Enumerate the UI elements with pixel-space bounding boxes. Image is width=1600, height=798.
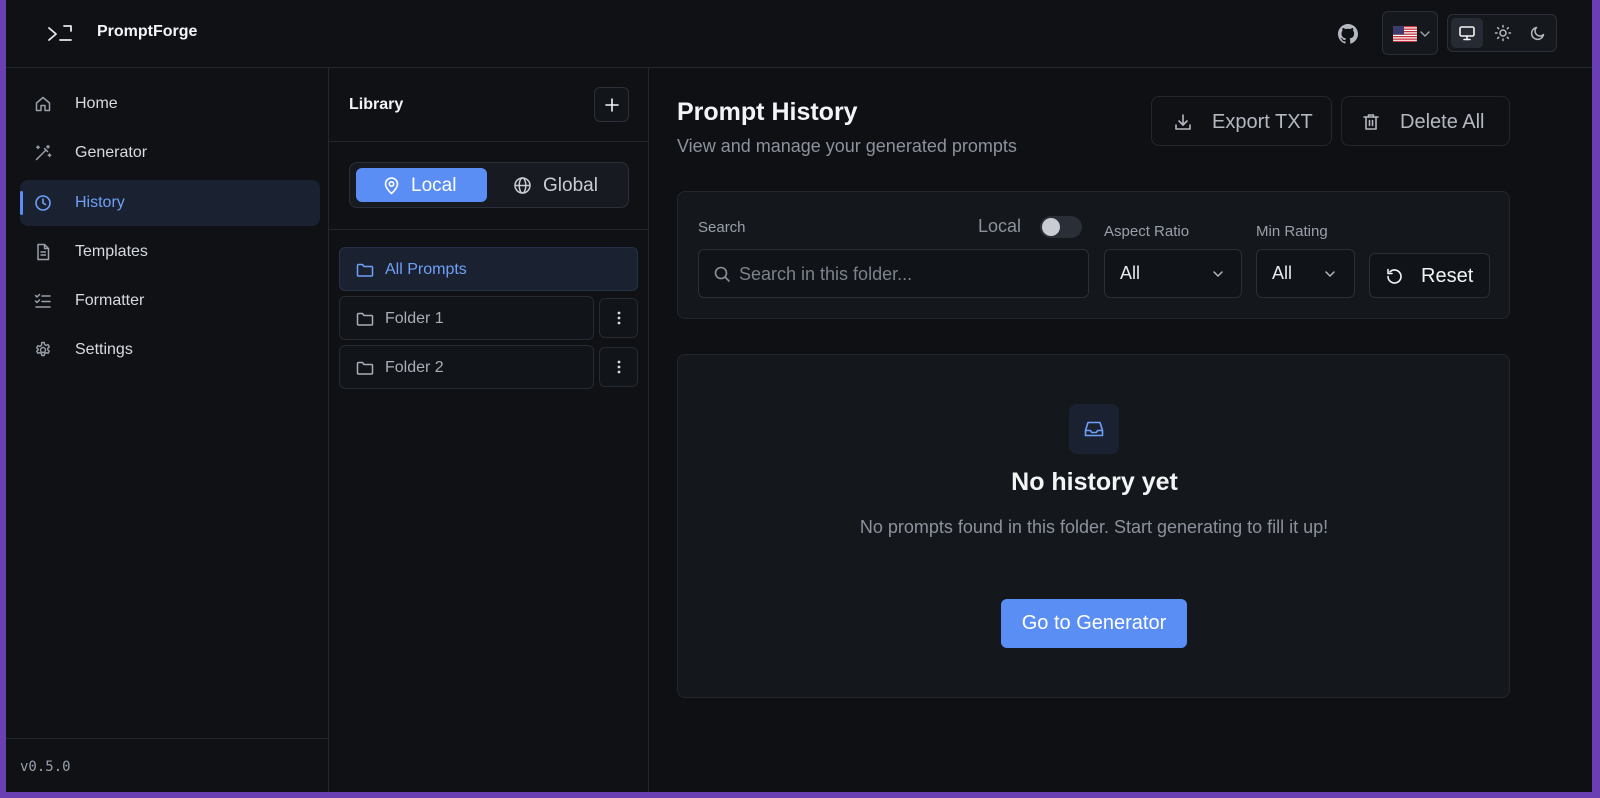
folder-2-menu-button[interactable] [599,347,638,387]
list-check-icon [34,293,51,308]
folder-1-menu-button[interactable] [599,298,638,338]
folder-label: All Prompts [385,261,467,278]
min-rating-value: All [1272,263,1293,283]
language-selector[interactable] [1382,11,1438,55]
min-rating-label: Min Rating [1256,223,1328,240]
monitor-icon [1459,26,1475,41]
go-to-generator-button[interactable]: Go to Generator [1001,599,1187,648]
theme-light-button[interactable] [1487,18,1519,48]
aspect-ratio-value: All [1120,263,1141,283]
sidebar-item-label: History [75,194,125,211]
search-input[interactable] [739,260,1079,288]
export-txt-button[interactable]: Export TXT [1151,96,1332,146]
sidebar-item-templates[interactable]: Templates [20,229,320,275]
delete-all-button[interactable]: Delete All [1341,96,1510,146]
file-icon [37,243,50,261]
search-label: Search [698,219,746,236]
folder-label: Folder 1 [385,310,444,327]
chevron-down-icon [1213,271,1223,278]
search-field [698,249,1089,298]
sidebar-item-settings[interactable]: Settings [20,327,320,373]
sidebar-item-generator[interactable]: Generator [20,130,320,176]
delete-all-label: Delete All [1400,111,1485,133]
aspect-ratio-select[interactable]: All [1104,249,1242,298]
terminal-logo-icon [48,25,72,41]
sidebar-item-formatter[interactable]: Formatter [20,278,320,324]
scope-global-label: Global [543,175,598,196]
window-scrollbar[interactable] [1592,0,1600,798]
reset-filters-button[interactable]: Reset [1369,253,1490,298]
library-title: Library [349,96,404,113]
theme-system-button[interactable] [1451,18,1483,48]
home-icon [35,96,51,112]
filters-panel: Search Local Aspect Ratio Min Rating All [677,191,1510,319]
switch-knob [1042,218,1060,236]
empty-state-icon-badge [1069,404,1119,454]
sidebar-item-history[interactable]: History [20,180,320,226]
search-icon [714,266,730,282]
sun-icon [1494,24,1512,42]
empty-state-card: No history yet No prompts found in this … [677,354,1510,698]
folder-icon [356,263,374,277]
go-to-generator-label: Go to Generator [1021,612,1167,634]
more-vertical-icon [617,311,621,325]
sidebar-item-label: Templates [75,243,148,260]
globe-icon [514,177,531,194]
folder-2[interactable]: Folder 2 [339,345,594,389]
scope-section: Local Global [329,142,648,230]
sidebar-item-label: Formatter [75,292,145,309]
plus-icon [605,98,619,112]
flag-us-icon [1393,26,1417,42]
theme-switcher [1447,14,1557,52]
sidebar-item-label: Home [75,95,118,112]
app-window: PromptForge Home Generator History Templ… [6,0,1594,792]
aspect-ratio-label: Aspect Ratio [1104,223,1190,240]
page-title: Prompt History [677,98,858,126]
github-icon[interactable] [1336,22,1360,46]
moon-icon [1530,26,1545,41]
clock-icon [35,195,51,211]
more-vertical-icon [617,360,621,374]
folder-icon [356,361,374,375]
gear-icon [36,341,50,357]
sidebar-item-label: Settings [75,341,133,358]
library-panel: Library Local Global All Prompts Folder … [329,68,649,792]
empty-state-title: No history yet [1011,468,1178,496]
folder-icon [356,312,374,326]
sidebar-item-label: Generator [75,144,148,161]
chevron-down-icon [1420,31,1430,38]
scope-local-button[interactable]: Local [356,168,487,202]
top-bar: PromptForge [6,0,1594,68]
library-header: Library [329,68,648,142]
folder-1[interactable]: Folder 1 [339,296,594,340]
map-pin-icon [384,177,399,195]
export-txt-label: Export TXT [1212,111,1313,133]
sidebar: Home Generator History Templates Formatt… [6,68,329,792]
empty-state-description: No prompts found in this folder. Start g… [859,517,1329,537]
main-content: Prompt History View and manage your gene… [649,68,1594,792]
rotate-ccw-icon [1387,268,1402,284]
scope-toggle: Local Global [349,162,629,208]
local-toggle-label: Local [978,216,1022,236]
wand-icon [35,144,52,161]
inbox-icon [1084,421,1104,437]
download-icon [1175,114,1191,130]
folder-label: Folder 2 [385,359,444,376]
page-subtitle: View and manage your generated prompts [677,136,1017,156]
reset-label: Reset [1421,265,1474,287]
chevron-down-icon [1325,271,1335,278]
version-label: v0.5.0 [20,759,71,775]
local-toggle-switch[interactable] [1040,216,1082,238]
folder-all-prompts[interactable]: All Prompts [339,247,638,291]
scope-local-label: Local [411,175,457,196]
min-rating-select[interactable]: All [1256,249,1355,298]
scope-global-button[interactable]: Global [491,168,624,202]
trash-icon [1363,114,1379,130]
theme-dark-button[interactable] [1522,18,1554,48]
add-folder-button[interactable] [594,87,629,122]
sidebar-footer: v0.5.0 [6,738,328,792]
sidebar-item-home[interactable]: Home [20,81,320,127]
brand-name[interactable]: PromptForge [97,23,197,41]
